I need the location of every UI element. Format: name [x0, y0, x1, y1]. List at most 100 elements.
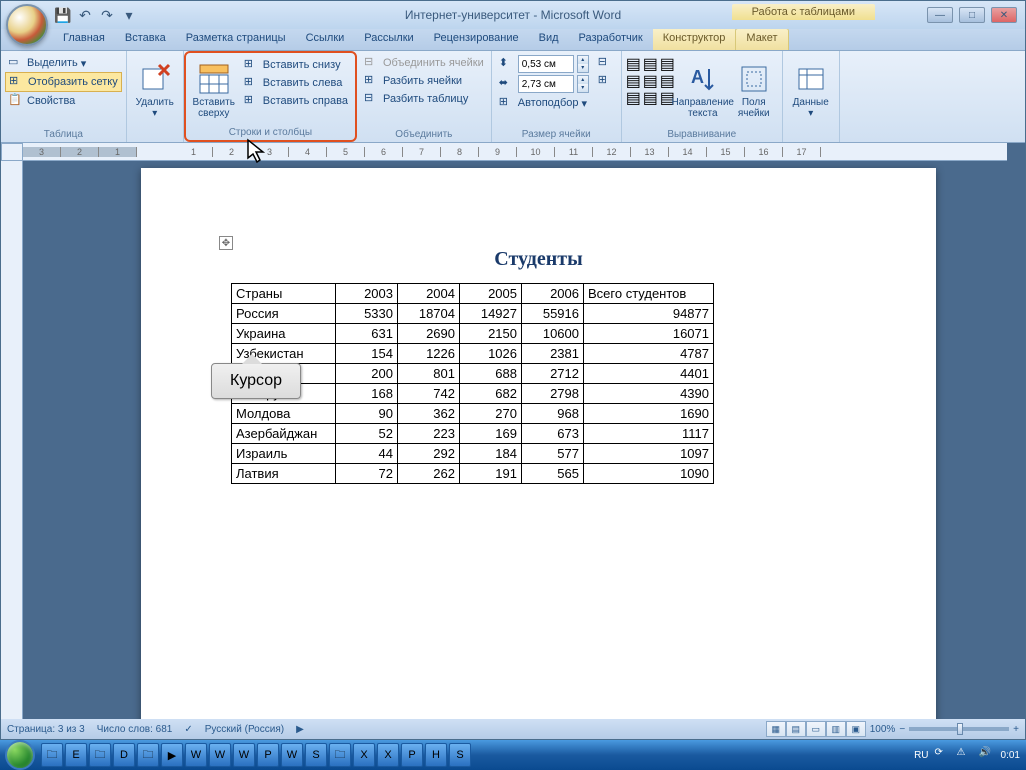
data-table[interactable]: Страны2003200420052006Всего студентовРос… — [231, 283, 714, 484]
task-item[interactable]: 🗀 — [41, 743, 63, 767]
tab-page-layout[interactable]: Разметка страницы — [176, 29, 296, 50]
ruler-toggle[interactable] — [1, 143, 23, 161]
group-table-label: Таблица — [5, 127, 122, 142]
task-item[interactable]: S — [449, 743, 471, 767]
properties-button[interactable]: 📋Свойства — [5, 92, 122, 110]
text-direction-button[interactable]: A Направление текста — [679, 54, 727, 127]
page-indicator[interactable]: Страница: 3 из 3 — [7, 724, 85, 735]
show-gridlines-button[interactable]: ⊞Отобразить сетку — [5, 72, 122, 92]
lang-indicator[interactable]: RU — [914, 750, 928, 761]
align-tc-icon[interactable]: ▤ — [643, 54, 659, 70]
spellcheck-icon[interactable]: ✓ — [184, 724, 192, 735]
task-item[interactable]: X — [353, 743, 375, 767]
close-button[interactable]: ✕ — [991, 7, 1017, 23]
group-alignment-label: Выравнивание — [626, 127, 778, 142]
tray-icon[interactable]: ⟳ — [935, 747, 951, 763]
start-button[interactable] — [0, 740, 40, 770]
align-mc-icon[interactable]: ▤ — [643, 71, 659, 87]
task-item[interactable]: D — [113, 743, 135, 767]
task-item[interactable]: H — [425, 743, 447, 767]
tab-design[interactable]: Конструктор — [653, 29, 736, 50]
cell-margins-button[interactable]: Поля ячейки — [730, 54, 778, 127]
task-item[interactable]: 🗀 — [137, 743, 159, 767]
redo-icon[interactable]: ↷ — [97, 5, 117, 25]
undo-icon[interactable]: ↶ — [75, 5, 95, 25]
tray-icon[interactable]: ⚠ — [957, 747, 973, 763]
group-rows-cols-label: Строки и столбцы — [190, 125, 351, 140]
zoom-level[interactable]: 100% — [870, 724, 896, 735]
delete-button[interactable]: Удалить▾ — [131, 54, 179, 127]
split-table-button[interactable]: ⊟Разбить таблицу — [361, 90, 487, 108]
task-item[interactable]: W — [185, 743, 207, 767]
group-table: ▭Выделить ▾ ⊞Отобразить сетку 📋Свойства … — [1, 51, 127, 142]
width-stepper[interactable]: ▴▾ — [577, 75, 589, 93]
tab-insert[interactable]: Вставка — [115, 29, 176, 50]
macro-icon[interactable]: ▶ — [296, 724, 304, 735]
zoom-slider[interactable] — [909, 727, 1009, 731]
align-tr-icon[interactable]: ▤ — [660, 54, 676, 70]
distribute-rows-button[interactable]: ⊟ — [595, 54, 617, 72]
row-height-field[interactable]: ⬍▴▾ — [496, 54, 592, 74]
insert-right-button[interactable]: ⊞Вставить справа — [241, 92, 351, 110]
document-page[interactable]: ✥ Студенты Страны2003200420052006Всего с… — [141, 168, 936, 719]
minimize-button[interactable]: — — [927, 7, 953, 23]
context-tab-title: Работа с таблицами — [732, 4, 875, 20]
task-item[interactable]: X — [377, 743, 399, 767]
qat-more-icon[interactable]: ▾ — [119, 5, 139, 25]
clock[interactable]: 0:01 — [1001, 750, 1020, 761]
insert-below-button[interactable]: ⊞Вставить снизу — [241, 56, 351, 74]
data-button[interactable]: Данные▾ — [787, 54, 835, 127]
task-item[interactable]: 🗀 — [329, 743, 351, 767]
group-merge-label: Объединить — [361, 127, 487, 142]
cursor-callout: Курсор — [211, 363, 301, 399]
distribute-cols-button[interactable]: ⊞ — [595, 72, 617, 90]
tab-references[interactable]: Ссылки — [296, 29, 355, 50]
task-item[interactable]: E — [65, 743, 87, 767]
tab-view[interactable]: Вид — [529, 29, 569, 50]
task-item[interactable]: W — [209, 743, 231, 767]
horizontal-ruler[interactable]: 3211234567891011121314151617 — [23, 143, 1007, 161]
svg-text:A: A — [691, 67, 704, 87]
system-tray: RU ⟳ ⚠ 🔊 0:01 — [914, 747, 1026, 763]
tab-review[interactable]: Рецензирование — [424, 29, 529, 50]
align-bc-icon[interactable]: ▤ — [643, 88, 659, 104]
task-item[interactable]: ▶ — [161, 743, 183, 767]
table-move-handle[interactable]: ✥ — [219, 236, 233, 250]
maximize-button[interactable]: □ — [959, 7, 985, 23]
split-cells-button[interactable]: ⊞Разбить ячейки — [361, 72, 487, 90]
zoom-out-button[interactable]: − — [899, 724, 905, 735]
quick-access-toolbar: 💾 ↶ ↷ ▾ — [53, 5, 139, 25]
group-cellsize-label: Размер ячейки — [496, 127, 617, 142]
view-buttons[interactable]: ▦▤▭▥▣ — [766, 721, 866, 737]
office-button[interactable] — [6, 4, 48, 46]
tab-developer[interactable]: Разработчик — [569, 29, 653, 50]
tab-home[interactable]: Главная — [53, 29, 115, 50]
merge-cells-button[interactable]: ⊟Объединить ячейки — [361, 54, 487, 72]
task-item[interactable]: S — [305, 743, 327, 767]
ribbon-tabs: Главная Вставка Разметка страницы Ссылки… — [1, 29, 1025, 51]
task-item[interactable]: W — [233, 743, 255, 767]
task-item[interactable]: 🗀 — [89, 743, 111, 767]
align-ml-icon[interactable]: ▤ — [626, 71, 642, 87]
tab-mailings[interactable]: Рассылки — [354, 29, 423, 50]
insert-left-button[interactable]: ⊞Вставить слева — [241, 74, 351, 92]
insert-above-button[interactable]: Вставить сверху — [190, 56, 238, 125]
task-item[interactable]: W — [281, 743, 303, 767]
vertical-ruler[interactable] — [1, 161, 23, 719]
tab-layout[interactable]: Макет — [735, 28, 788, 50]
height-stepper[interactable]: ▴▾ — [577, 55, 589, 73]
align-mr-icon[interactable]: ▤ — [660, 71, 676, 87]
word-count[interactable]: Число слов: 681 — [97, 724, 173, 735]
task-item[interactable]: P — [257, 743, 279, 767]
select-button[interactable]: ▭Выделить ▾ — [5, 54, 122, 72]
autofit-button[interactable]: ⊞Автоподбор ▾ — [496, 94, 592, 112]
align-bl-icon[interactable]: ▤ — [626, 88, 642, 104]
col-width-field[interactable]: ⬌▴▾ — [496, 74, 592, 94]
task-item[interactable]: P — [401, 743, 423, 767]
group-cell-size: ⬍▴▾ ⬌▴▾ ⊞Автоподбор ▾ ⊟ ⊞ Размер ячейки — [492, 51, 622, 142]
volume-icon[interactable]: 🔊 — [979, 747, 995, 763]
language-indicator[interactable]: Русский (Россия) — [205, 724, 284, 735]
save-icon[interactable]: 💾 — [53, 5, 73, 25]
align-tl-icon[interactable]: ▤ — [626, 54, 642, 70]
zoom-in-button[interactable]: + — [1013, 724, 1019, 735]
